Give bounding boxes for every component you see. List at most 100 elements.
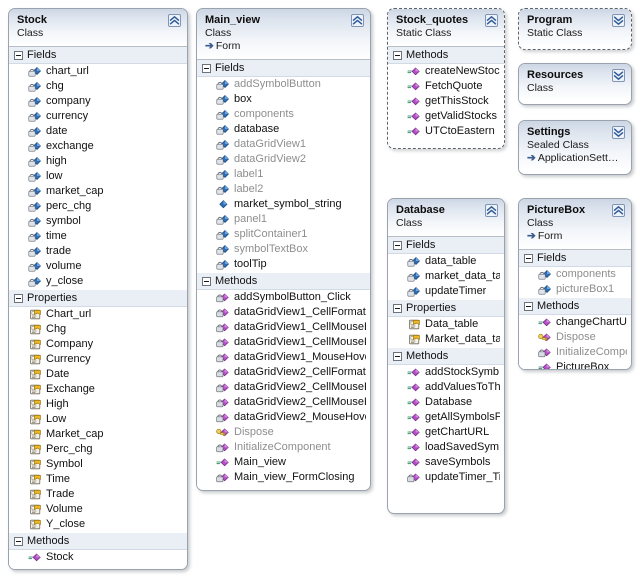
- member-row[interactable]: chg: [9, 79, 187, 94]
- member-row[interactable]: dataGridView2_CellFormatting: [197, 365, 370, 380]
- compartment-header-properties[interactable]: Properties: [388, 299, 504, 317]
- class-shape-stock[interactable]: StockClassFieldschart_urlchgcompanycurre…: [8, 8, 188, 570]
- class-header-picturebox[interactable]: PictureBoxClass➔Form: [519, 199, 631, 250]
- member-row[interactable]: Data_table: [388, 317, 504, 332]
- collapse-minus-icon[interactable]: [202, 277, 211, 286]
- member-row[interactable]: label1: [197, 167, 370, 182]
- member-row[interactable]: dataGridView2_CellMouseEn ...: [197, 380, 370, 395]
- member-row[interactable]: dataGridView1_CellFormatting: [197, 305, 370, 320]
- member-row[interactable]: y_close: [9, 274, 187, 289]
- class-header-database[interactable]: DatabaseClass: [388, 199, 504, 237]
- compartment-header-fields[interactable]: Fields: [388, 237, 504, 254]
- member-row[interactable]: Chg: [9, 322, 187, 337]
- member-row[interactable]: Volume: [9, 502, 187, 517]
- member-row[interactable]: perc_chg: [9, 199, 187, 214]
- chevron-double-up-icon[interactable]: [485, 14, 498, 27]
- member-row[interactable]: data_table: [388, 254, 504, 269]
- member-row[interactable]: components: [519, 267, 631, 282]
- member-row[interactable]: dataGridView1_CellMouseEn ...: [197, 320, 370, 335]
- member-row[interactable]: panel1: [197, 212, 370, 227]
- collapse-minus-icon[interactable]: [202, 64, 211, 73]
- collapse-minus-icon[interactable]: [393, 304, 402, 313]
- member-row[interactable]: market_cap: [9, 184, 187, 199]
- class-header-resources[interactable]: ResourcesClass: [519, 64, 631, 101]
- member-row[interactable]: chart_url: [9, 64, 187, 79]
- member-row[interactable]: volume: [9, 259, 187, 274]
- member-row[interactable]: addSymbolButton_Click: [197, 290, 370, 305]
- member-row[interactable]: Trade: [9, 487, 187, 502]
- member-row[interactable]: Dispose: [519, 330, 631, 345]
- class-header-settings[interactable]: SettingsSealed Class➔ApplicationSettings…: [519, 121, 631, 171]
- class-header-main_view[interactable]: Main_viewClass➔Form: [197, 9, 370, 60]
- member-row[interactable]: getChartURL: [388, 425, 504, 440]
- chevron-double-up-icon[interactable]: [612, 204, 625, 217]
- member-row[interactable]: High: [9, 397, 187, 412]
- member-row[interactable]: low: [9, 169, 187, 184]
- member-row[interactable]: Company: [9, 337, 187, 352]
- chevron-double-down-icon[interactable]: [612, 14, 625, 27]
- class-header-stock_quotes[interactable]: Stock_quotesStatic Class: [388, 9, 504, 47]
- member-row[interactable]: dataGridView1_MouseHover: [197, 350, 370, 365]
- chevron-double-down-icon[interactable]: [612, 126, 625, 139]
- member-row[interactable]: InitializeCompo...: [519, 345, 631, 360]
- class-shape-resources[interactable]: ResourcesClass: [518, 63, 632, 105]
- collapse-minus-icon[interactable]: [14, 537, 23, 546]
- member-row[interactable]: saveSymbols: [388, 455, 504, 470]
- member-row[interactable]: time: [9, 229, 187, 244]
- member-row[interactable]: FetchQuote: [388, 79, 504, 94]
- member-row[interactable]: Market_cap: [9, 427, 187, 442]
- member-row[interactable]: addValuesToTh...: [388, 380, 504, 395]
- class-shape-database[interactable]: DatabaseClassFieldsdata_tablemarket_data…: [387, 198, 505, 514]
- member-row[interactable]: Perc_chg: [9, 442, 187, 457]
- member-row[interactable]: createNewStock: [388, 64, 504, 79]
- member-row[interactable]: components: [197, 107, 370, 122]
- member-row[interactable]: trade: [9, 244, 187, 259]
- member-row[interactable]: Low: [9, 412, 187, 427]
- compartment-header-methods[interactable]: Methods: [197, 272, 370, 290]
- class-shape-settings[interactable]: SettingsSealed Class➔ApplicationSettings…: [518, 120, 632, 175]
- member-row[interactable]: changeChartUR...: [519, 315, 631, 330]
- member-row[interactable]: Dispose: [197, 425, 370, 440]
- member-row[interactable]: company: [9, 94, 187, 109]
- member-row[interactable]: Main_view_FormClosing: [197, 470, 370, 485]
- member-row[interactable]: toolTip: [197, 257, 370, 272]
- member-row[interactable]: label2: [197, 182, 370, 197]
- class-header-stock[interactable]: StockClass: [9, 9, 187, 47]
- member-row[interactable]: market_data_ta...: [388, 269, 504, 284]
- chevron-double-up-icon[interactable]: [351, 14, 364, 27]
- collapse-minus-icon[interactable]: [14, 294, 23, 303]
- member-row[interactable]: splitContainer1: [197, 227, 370, 242]
- collapse-minus-icon[interactable]: [524, 254, 533, 263]
- member-row[interactable]: Market_data_ta...: [388, 332, 504, 347]
- member-row[interactable]: Symbol: [9, 457, 187, 472]
- member-row[interactable]: pictureBox1: [519, 282, 631, 297]
- member-row[interactable]: symbolTextBox: [197, 242, 370, 257]
- member-row[interactable]: Stock: [9, 550, 187, 565]
- member-row[interactable]: dataGridView1_CellMouseLe ...: [197, 335, 370, 350]
- member-row[interactable]: Y_close: [9, 517, 187, 532]
- member-row[interactable]: exchange: [9, 139, 187, 154]
- member-row[interactable]: Date: [9, 367, 187, 382]
- member-row[interactable]: dataGridView2_CellMouseLe ...: [197, 395, 370, 410]
- member-row[interactable]: database: [197, 122, 370, 137]
- compartment-header-methods[interactable]: Methods: [519, 297, 631, 315]
- member-row[interactable]: market_symbol_string: [197, 197, 370, 212]
- member-row[interactable]: symbol: [9, 214, 187, 229]
- class-shape-main_view[interactable]: Main_viewClass➔FormFieldsaddSymbolButton…: [196, 8, 371, 491]
- member-row[interactable]: getThisStock: [388, 94, 504, 109]
- class-shape-program[interactable]: ProgramStatic Class: [518, 8, 632, 50]
- collapse-minus-icon[interactable]: [524, 302, 533, 311]
- compartment-header-methods[interactable]: Methods: [388, 347, 504, 365]
- member-row[interactable]: InitializeComponent: [197, 440, 370, 455]
- collapse-minus-icon[interactable]: [393, 51, 402, 60]
- member-row[interactable]: dataGridView2_MouseHover: [197, 410, 370, 425]
- member-row[interactable]: Currency: [9, 352, 187, 367]
- member-row[interactable]: Exchange: [9, 382, 187, 397]
- chevron-double-up-icon[interactable]: [485, 204, 498, 217]
- member-row[interactable]: Database: [388, 395, 504, 410]
- member-row[interactable]: UTCtoEastern: [388, 124, 504, 139]
- member-row[interactable]: getAllSymbolsF...: [388, 410, 504, 425]
- compartment-header-methods[interactable]: Methods: [388, 47, 504, 64]
- member-row[interactable]: dataGridView2: [197, 152, 370, 167]
- class-shape-picturebox[interactable]: PictureBoxClass➔FormFieldscomponentspict…: [518, 198, 632, 370]
